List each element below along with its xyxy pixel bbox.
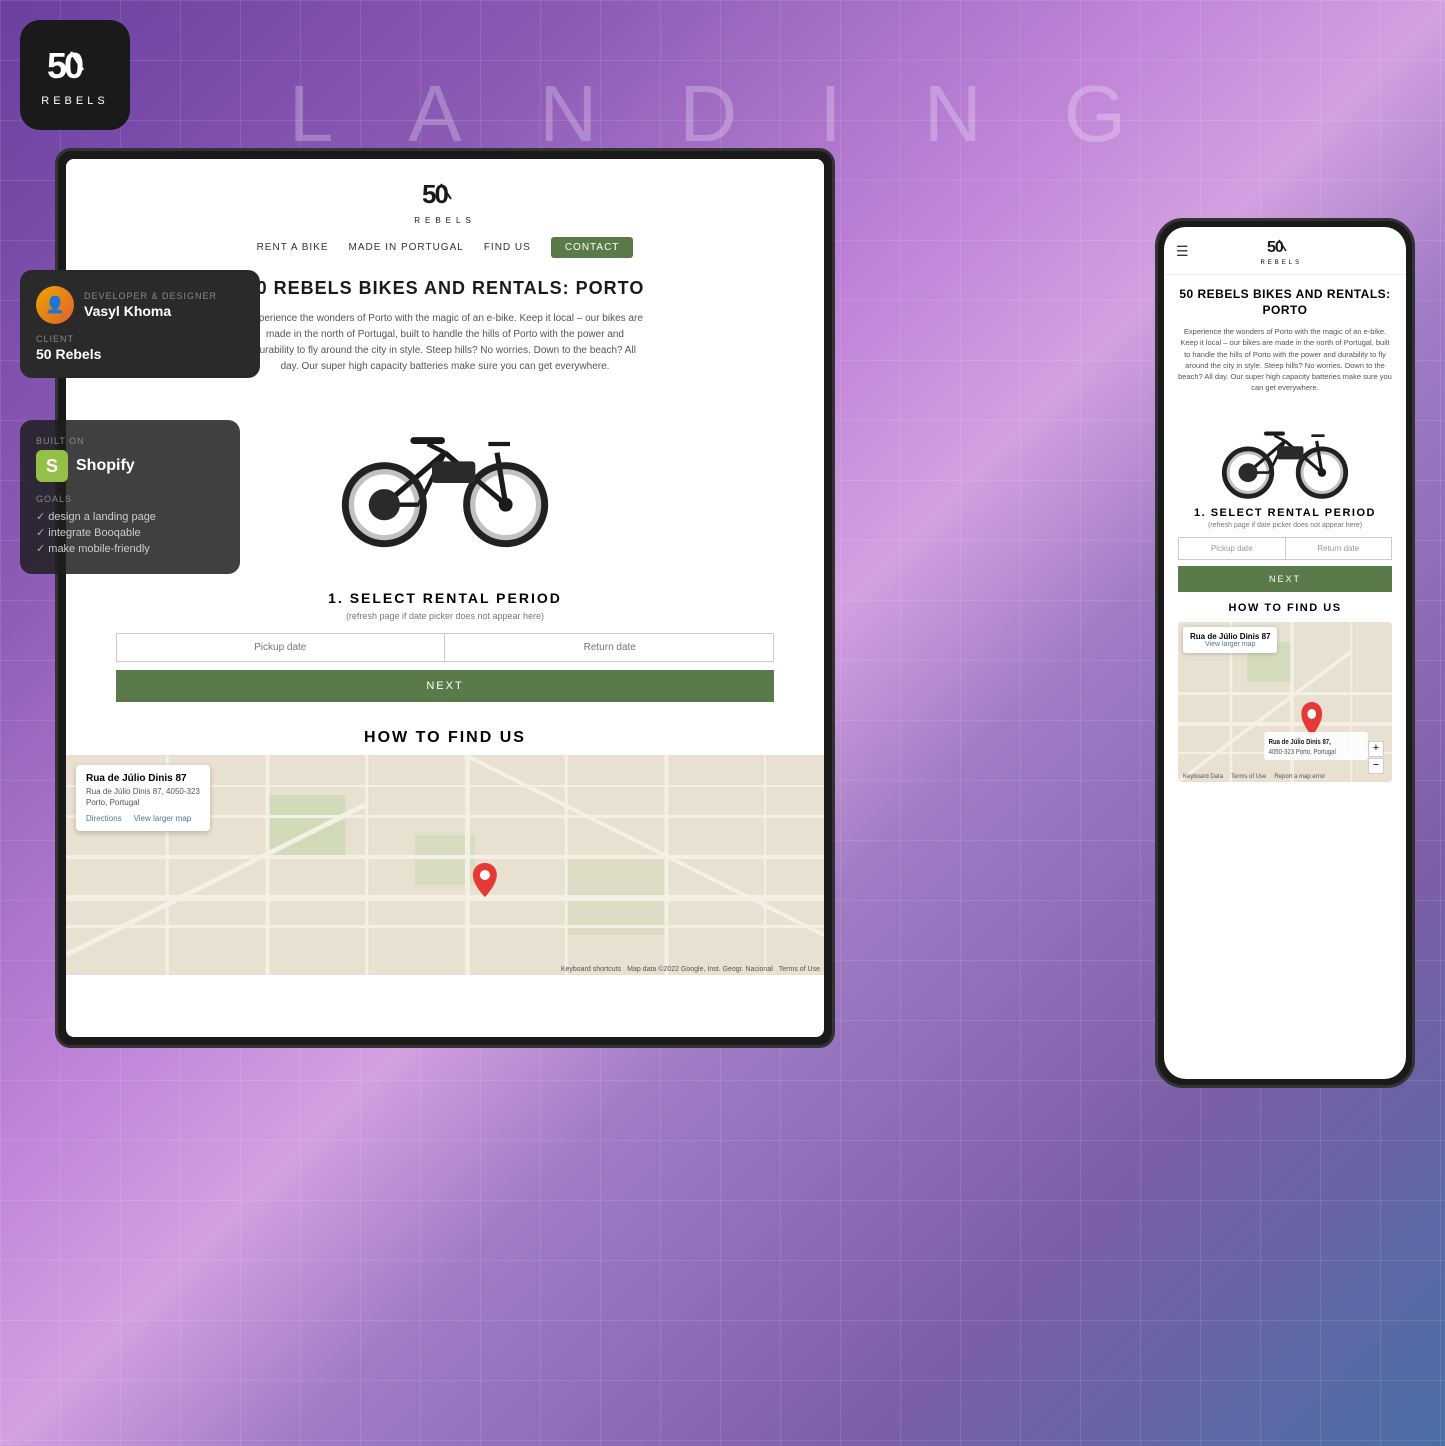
mobile-date-row: Pickup date Return date [1178,537,1392,560]
mobile-map-footer: Keyboard Data Terms of Use Report a map … [1183,774,1325,780]
map-larger-link[interactable]: View larger map [134,814,192,823]
goal-item-2: integrate Booqable [36,526,224,539]
mobile-rental-title: 1. SELECT RENTAL PERIOD [1178,507,1392,519]
landing-title: L A N D I N G [0,68,1445,160]
mobile-pickup-date[interactable]: Pickup date [1179,538,1286,559]
mobile-next-button[interactable]: NEXT [1178,566,1392,592]
client-label: CLIENT [36,334,244,344]
svg-text:50: 50 [1267,239,1284,255]
goals-label: GOALS [36,494,224,504]
mobile-header: ☰ 50 REBELS [1164,227,1406,275]
mobile-return-date[interactable]: Return date [1286,538,1392,559]
next-button[interactable]: NEXT [116,670,774,702]
goal-item-3: make mobile-friendly [36,542,224,555]
site-hero-description: Experience the wonders of Porto with the… [245,311,645,375]
nav-find[interactable]: FIND US [484,242,531,253]
mobile-hero-desc: Experience the wonders of Porto with the… [1178,326,1392,394]
return-date-input[interactable] [447,634,774,661]
map-directions-link[interactable]: Directions [86,814,122,823]
map-attribution: Map data ©2022 Google, Inst. Geogr. Naci… [627,966,773,973]
site-logo-icon: 50 [422,179,468,214]
goal-item-1: design a landing page [36,510,224,523]
shopify-name: Shopify [76,457,135,475]
svg-text:4050-323 Porto, Portugal: 4050-323 Porto, Portugal [1269,748,1337,755]
mobile-rental-sub: (refresh page if date picker does not ap… [1178,522,1392,529]
rental-title: 1. SELECT RENTAL PERIOD [116,590,774,606]
how-to-find-title: HOW TO FIND US [66,717,824,755]
nav-rent[interactable]: RENT A BIKE [257,242,329,253]
zoom-in-button[interactable]: + [1368,741,1384,757]
mobile-bike-svg [1205,404,1365,499]
mobile-content: 50 REBELS BIKES AND RENTALS: PORTO Exper… [1164,275,1406,794]
site-logo: 50 REBELS [414,179,476,225]
map-terms-mobile[interactable]: Terms of Use [1231,774,1266,780]
mobile-mockup: ☰ 50 REBELS 50 REBELS BIKES AND RENTALS:… [1155,218,1415,1088]
date-inputs [116,633,774,662]
mobile-how-find-title: HOW TO FIND US [1178,602,1392,614]
mobile-logo-icon: 50 [1267,237,1295,260]
developer-avatar: 👤 [36,286,74,324]
map-popup-addr: Rua de Júlio Dinis 87, 4050-323Porto, Po… [86,786,200,808]
nav-contact[interactable]: CONTACT [551,237,634,258]
mobile-map-larger-link[interactable]: View larger map [1190,641,1270,648]
map-popup-title: Rua de Júlio Dinis 87 [86,773,200,784]
mobile-map-zoom: + − [1368,741,1384,774]
svg-text:50: 50 [47,45,83,86]
svg-text:Rua de Júlio Dinis 87,: Rua de Júlio Dinis 87, [1269,738,1331,745]
map-report[interactable]: Report a map error [1274,774,1325,780]
logo-icon-text: 50 [45,44,105,91]
site-nav: RENT A BIKE MADE IN PORTUGAL FIND US CON… [257,237,634,258]
keyboard-shortcuts[interactable]: Keyboard shortcuts [561,966,621,973]
nav-made[interactable]: MADE IN PORTUGAL [349,242,464,253]
top-logo: 50 REBELS [20,20,130,130]
rental-subtitle: (refresh page if date picker does not ap… [116,611,774,621]
builton-label: BUILT ON [36,436,224,446]
top-logo-text: REBELS [41,95,108,107]
map-keyboard: Keyboard Data [1183,774,1223,780]
hamburger-menu[interactable]: ☰ [1176,243,1189,260]
mobile-logo: 50 REBELS [1260,237,1302,266]
zoom-out-button[interactable]: − [1368,758,1384,774]
site-logo-text: REBELS [414,216,476,225]
shopify-row: S Shopify [36,450,224,482]
mobile-map-popup: Rua de Júlio Dinis 87 View larger map [1183,627,1277,653]
mobile-hero-title: 50 REBELS BIKES AND RENTALS: PORTO [1178,287,1392,318]
mobile-logo-text: REBELS [1260,260,1302,266]
dev-role-label: DEVELOPER & DESIGNER [84,291,217,301]
developer-card: 👤 DEVELOPER & DESIGNER Vasyl Khoma CLIEN… [20,270,260,378]
builton-card: BUILT ON S Shopify GOALS design a landin… [20,420,240,574]
map-popup: Rua de Júlio Dinis 87 Rua de Júlio Dinis… [76,765,210,831]
bike-illustration [315,390,575,550]
pickup-date-input[interactable] [117,634,445,661]
map-terms[interactable]: Terms of Use [779,966,820,973]
mobile-inner: ☰ 50 REBELS 50 REBELS BIKES AND RENTALS:… [1164,227,1406,1079]
map-container: Rua de Júlio Dinis 87 Rua de Júlio Dinis… [66,755,824,975]
map-background: Rua de Júlio Dinis 87 Rua de Júlio Dinis… [66,755,824,975]
mobile-map: Rua de Júlio Dinis 87, 4050-323 Porto, P… [1178,622,1392,782]
site-header: 50 REBELS RENT A BIKE MADE IN PORTUGAL F… [66,159,824,258]
shopify-icon: S [36,450,68,482]
rental-section: 1. SELECT RENTAL PERIOD (refresh page if… [66,580,824,717]
svg-text:50: 50 [422,179,448,207]
developer-name: Vasyl Khoma [84,303,217,319]
mobile-map-popup-title: Rua de Júlio Dinis 87 [1190,632,1270,641]
client-name: 50 Rebels [36,346,244,362]
mobile-bike-image [1178,402,1392,502]
